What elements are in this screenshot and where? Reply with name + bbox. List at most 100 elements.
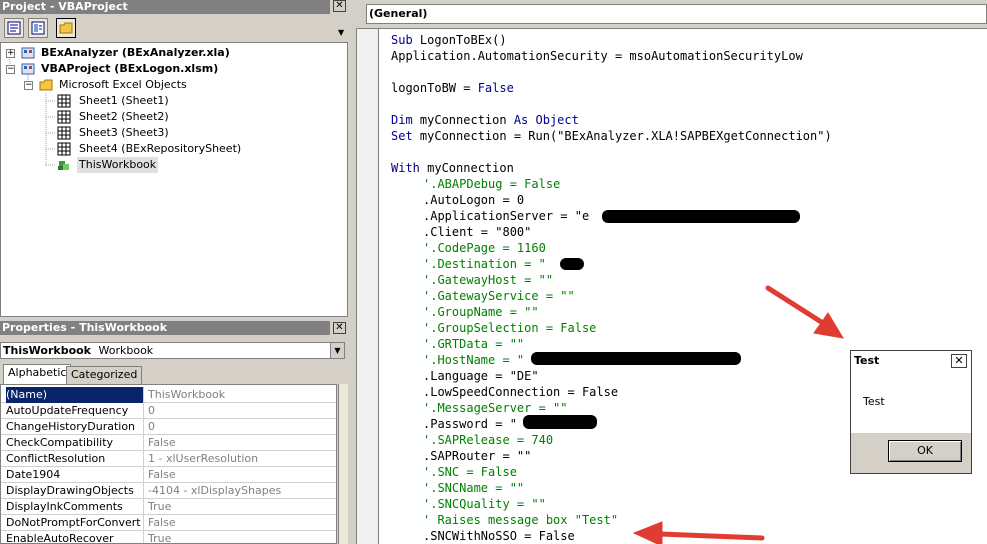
property-row[interactable]: DoNotPromptForConvert False — [1, 515, 336, 531]
code-line: .Language = "DE" — [423, 369, 539, 383]
property-name: EnableAutoRecover — [6, 531, 144, 543]
property-name: ConflictResolution — [6, 451, 144, 467]
object-type: Workbook — [98, 344, 154, 357]
code-line: With myConnection — [391, 161, 514, 175]
code-line: '.GatewayHost = "" — [423, 273, 554, 287]
property-name: CheckCompatibility — [6, 435, 144, 451]
property-name: (Name) — [6, 387, 144, 403]
view-code-icon[interactable] — [4, 18, 24, 38]
chevron-down-icon[interactable]: ▼ — [330, 343, 344, 358]
code-line: '.ABAPDebug = False — [423, 177, 561, 191]
code-line: .LowSpeedConnection = False — [423, 385, 619, 399]
properties-scrollbar[interactable] — [338, 384, 348, 544]
project-tree: + BExAnalyzer (BExAnalyzer.xla) − VBAPro… — [0, 42, 348, 317]
code-line: Dim myConnection As Object — [391, 113, 579, 127]
redaction-bar — [523, 415, 597, 429]
tree-item-excel-objects[interactable]: − Microsoft Excel Objects — [1, 77, 341, 93]
property-value[interactable]: -4104 - xlDisplayShapes — [148, 483, 281, 498]
tree-item-bexanalyzer[interactable]: + BExAnalyzer (BExAnalyzer.xla) — [1, 45, 341, 61]
property-row[interactable]: (Name) ThisWorkbook — [1, 387, 336, 403]
property-value[interactable]: ThisWorkbook — [148, 387, 225, 402]
properties-close-icon[interactable]: ✕ — [333, 322, 346, 334]
property-name: Date1904 — [6, 467, 144, 483]
property-row[interactable]: ConflictResolution 1 - xlUserResolution — [1, 451, 336, 467]
code-line: ' Raises message box "Test" — [423, 513, 619, 527]
project-toolbar: ▼ — [0, 14, 348, 42]
toolbar-scroll-icon[interactable]: ▼ — [338, 28, 344, 37]
vba-project-icon — [21, 63, 35, 75]
code-line: '.GroupSelection = False — [423, 321, 597, 335]
tree-item-sheet4[interactable]: Sheet4 (BExRepositorySheet) — [1, 141, 341, 157]
tab-alphabetic[interactable]: Alphabetic — [3, 364, 72, 384]
tree-item-thisworkbook[interactable]: ThisWorkbook — [1, 157, 341, 173]
tree-label: Sheet3 (Sheet3) — [79, 126, 169, 139]
tree-label: BExAnalyzer (BExAnalyzer.xla) — [41, 46, 230, 59]
object-combo[interactable]: (General) — [366, 4, 987, 24]
property-value[interactable]: False — [148, 435, 176, 450]
property-value[interactable]: 0 — [148, 419, 155, 434]
collapse-icon[interactable]: − — [24, 81, 33, 90]
object-name: ThisWorkbook — [3, 344, 91, 357]
property-row[interactable]: EnableAutoRecover True — [1, 531, 336, 543]
property-row[interactable]: DisplayDrawingObjects -4104 - xlDisplayS… — [1, 483, 336, 499]
code-line: '.GRTData = "" — [423, 337, 525, 351]
code-line: '.SAPRelease = 740 — [423, 433, 554, 447]
msgbox-body: Test — [851, 371, 971, 433]
tree-item-sheet2[interactable]: Sheet2 (Sheet2) — [1, 109, 341, 125]
property-value[interactable]: 1 - xlUserResolution — [148, 451, 258, 466]
sheet-icon — [57, 94, 71, 108]
vba-project-icon — [21, 47, 35, 59]
collapse-icon[interactable]: − — [6, 65, 15, 74]
code-line: Set myConnection = Run("BExAnalyzer.XLA!… — [391, 129, 832, 143]
property-value[interactable]: True — [148, 531, 171, 543]
property-value[interactable]: False — [148, 515, 176, 530]
sheet-icon — [57, 126, 71, 140]
tree-item-sheet1[interactable]: Sheet1 (Sheet1) — [1, 93, 341, 109]
property-row[interactable]: ChangeHistoryDuration 0 — [1, 419, 336, 435]
code-line: '.SNCName = "" — [423, 481, 525, 495]
code-line: Sub LogonToBEx() — [391, 33, 507, 47]
pane-splitter[interactable] — [348, 0, 354, 544]
property-name: DisplayDrawingObjects — [6, 483, 144, 499]
tree-item-vbaproject[interactable]: − VBAProject (BExLogon.xlsm) — [1, 61, 341, 77]
code-line: .SNCWithNoSSO = False — [423, 529, 575, 543]
property-row[interactable]: Date1904 False — [1, 467, 336, 483]
redaction-bar — [560, 258, 584, 270]
msgbox-message: Test — [863, 395, 885, 408]
properties-object-combo[interactable]: ThisWorkbook Workbook ▼ — [0, 342, 345, 359]
code-line: '.SNC = False — [423, 465, 517, 479]
property-name: DisplayInkComments — [6, 499, 144, 515]
redaction-bar — [602, 210, 800, 223]
tree-label: Sheet4 (BExRepositorySheet) — [79, 142, 242, 155]
property-row[interactable]: DisplayInkComments True — [1, 499, 336, 515]
code-line: '.Destination = "" — [423, 257, 575, 271]
code-gutter[interactable] — [357, 29, 379, 544]
tree-item-sheet3[interactable]: Sheet3 (Sheet3) — [1, 125, 341, 141]
property-name: AutoUpdateFrequency — [6, 403, 144, 419]
redaction-bar — [531, 352, 741, 365]
sheet-icon — [57, 110, 71, 124]
code-line: '.GroupName = "" — [423, 305, 539, 319]
close-icon[interactable]: ✕ — [951, 354, 967, 368]
message-box: Test ✕ Test OK — [850, 350, 972, 474]
property-value[interactable]: 0 — [148, 403, 155, 418]
code-line: '.GatewayService = "" — [423, 289, 575, 303]
sheet-icon — [57, 142, 71, 156]
tab-categorized[interactable]: Categorized — [66, 366, 143, 384]
properties-grid: (Name) ThisWorkbook AutoUpdateFrequency … — [0, 384, 337, 544]
ok-button[interactable]: OK — [888, 440, 962, 462]
property-value[interactable]: False — [148, 467, 176, 482]
expand-icon[interactable]: + — [6, 49, 15, 58]
property-row[interactable]: CheckCompatibility False — [1, 435, 336, 451]
property-row[interactable]: AutoUpdateFrequency 0 — [1, 403, 336, 419]
property-value[interactable]: True — [148, 499, 171, 514]
code-line: .AutoLogon = 0 — [423, 193, 525, 207]
tree-label: ThisWorkbook — [77, 157, 159, 173]
tree-label: Sheet1 (Sheet1) — [79, 94, 169, 107]
properties-title: Properties - ThisWorkbook — [0, 321, 330, 335]
tree-label: Sheet2 (Sheet2) — [79, 110, 169, 123]
view-object-icon[interactable] — [28, 18, 48, 38]
code-line: '.MessageServer = "" — [423, 401, 568, 415]
project-close-icon[interactable]: ✕ — [333, 0, 346, 12]
toggle-folders-icon[interactable] — [56, 18, 76, 38]
